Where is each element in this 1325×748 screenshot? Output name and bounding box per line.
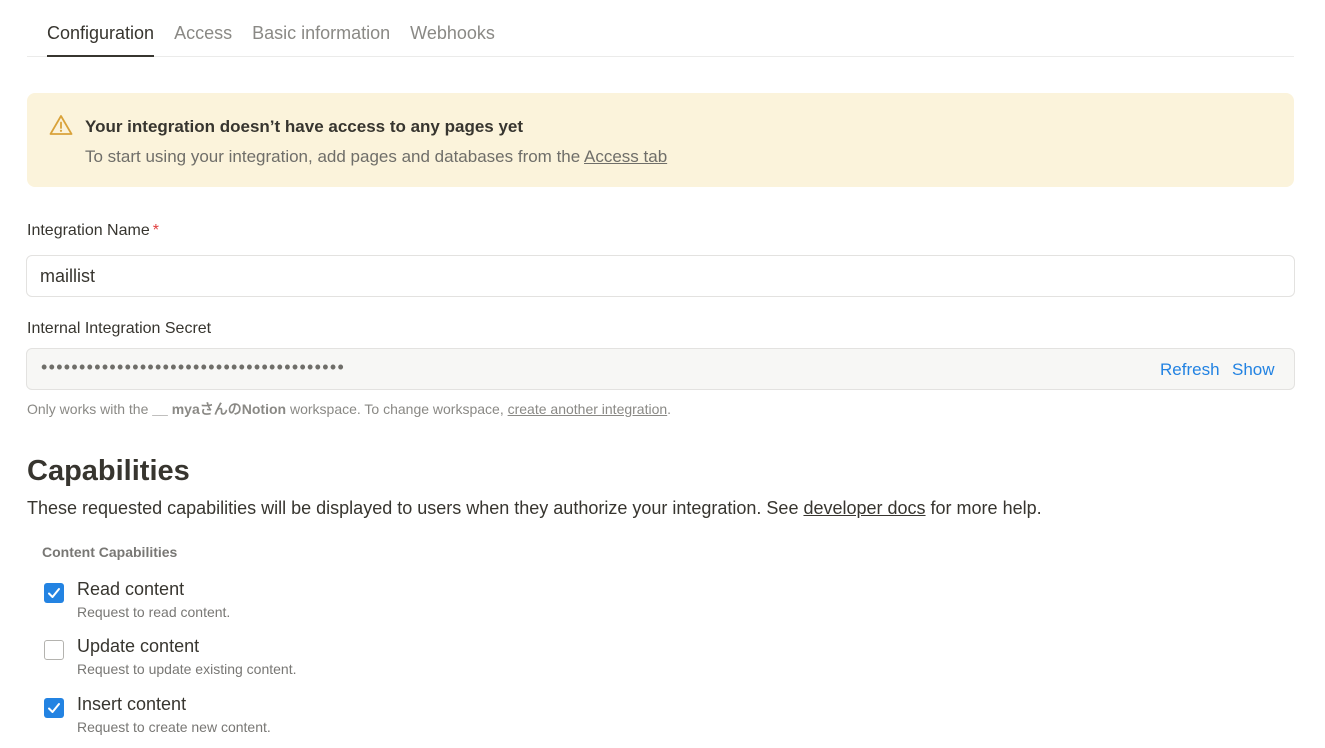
refresh-secret-button[interactable]: Refresh	[1160, 360, 1220, 380]
hint-suffix: .	[667, 401, 672, 417]
required-mark: *	[152, 222, 159, 239]
access-tab-link[interactable]: Access tab	[584, 147, 667, 166]
banner-text: To start using your integration, add pag…	[85, 147, 667, 167]
banner-title: Your integration doesn’t have access to …	[85, 117, 524, 136]
secret-masked-value: ••••••••••••••••••••••••••••••••••••••••	[41, 357, 346, 377]
capability-label: Read content	[77, 579, 185, 599]
desc-prefix: These requested capabilities will be dis…	[27, 498, 804, 518]
update-content-checkbox[interactable]	[44, 640, 64, 660]
capability-label: Update content	[77, 636, 200, 656]
tab-configuration[interactable]: Configuration	[47, 23, 155, 57]
tab-webhooks[interactable]: Webhooks	[410, 23, 495, 56]
workspace-name: __ myaさんのNotion	[152, 401, 287, 417]
tab-bar: Configuration Access Basic information W…	[27, 0, 1294, 57]
capabilities-description: These requested capabilities will be dis…	[27, 498, 1042, 519]
banner-text-prefix: To start using your integration, add pag…	[85, 147, 584, 166]
tab-access[interactable]: Access	[174, 23, 232, 56]
capability-label: Insert content	[77, 694, 187, 714]
tab-basic-information[interactable]: Basic information	[252, 23, 390, 56]
create-another-integration-link[interactable]: create another integration	[508, 401, 668, 417]
integration-name-label-text: Integration Name	[27, 222, 150, 239]
no-access-warning-banner: Your integration doesn’t have access to …	[27, 93, 1294, 187]
desc-suffix: for more help.	[925, 498, 1042, 518]
hint-prefix: Only works with the	[27, 401, 153, 417]
capabilities-heading: Capabilities	[27, 455, 190, 487]
capability-read-content: Read content Request to read content.	[42, 579, 442, 623]
content-capabilities-title: Content Capabilities	[42, 544, 178, 560]
integration-secret-label: Internal Integration Secret	[27, 320, 212, 337]
show-secret-button[interactable]: Show	[1232, 360, 1275, 380]
capability-desc: Request to create new content.	[77, 719, 271, 735]
integration-secret-field: ••••••••••••••••••••••••••••••••••••••••…	[26, 348, 1295, 390]
insert-content-checkbox[interactable]	[44, 698, 64, 718]
integration-name-label: Integration Name *	[27, 222, 159, 240]
checkmark-icon	[48, 588, 60, 598]
capability-desc: Request to update existing content.	[77, 661, 297, 677]
warning-triangle-icon	[49, 114, 73, 136]
checkmark-icon	[48, 703, 60, 713]
read-content-checkbox[interactable]	[44, 583, 64, 603]
capability-desc: Request to read content.	[77, 604, 231, 620]
capability-insert-content: Insert content Request to create new con…	[42, 694, 442, 738]
capability-update-content: Update content Request to update existin…	[42, 636, 442, 680]
workspace-hint: Only works with the __ myaさんのNotion work…	[27, 399, 671, 419]
hint-middle: workspace. To change workspace,	[286, 401, 508, 417]
integration-name-input[interactable]	[26, 255, 1295, 297]
developer-docs-link[interactable]: developer docs	[803, 498, 925, 518]
